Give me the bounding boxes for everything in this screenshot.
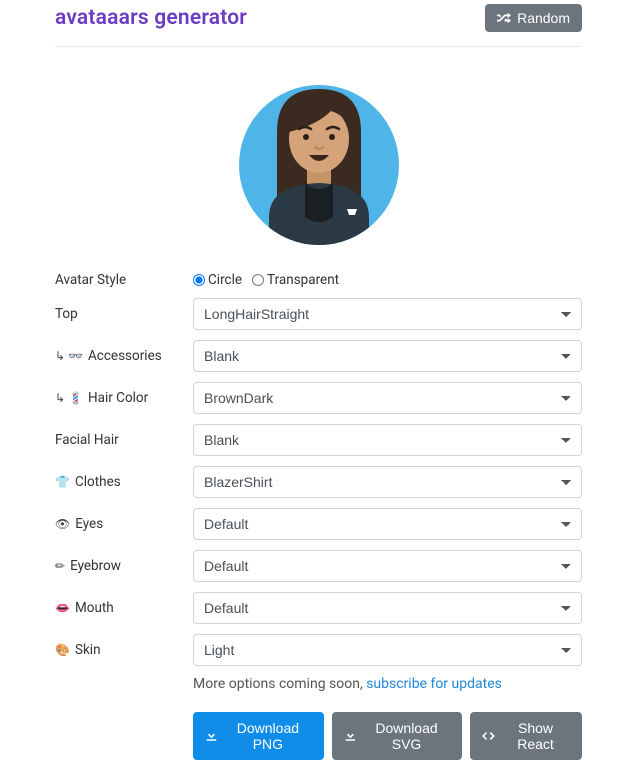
label-accessories: ↳ 👓 Accessories xyxy=(55,348,193,364)
header: avataaars generator Random xyxy=(55,0,582,47)
download-icon xyxy=(205,729,218,743)
avatar-preview xyxy=(55,47,582,272)
haircolor-icon: ↳ 💈 xyxy=(55,391,83,405)
row-clothes: 👕 Clothes BlazerShirt xyxy=(55,466,582,498)
radio-circle-text: Circle xyxy=(208,272,242,288)
radio-transparent-label[interactable]: Transparent xyxy=(252,272,339,288)
skin-icon: 🎨 xyxy=(55,643,70,657)
label-mouth: 👄 Mouth xyxy=(55,600,193,616)
clothes-icon: 👕 xyxy=(55,475,70,489)
show-react-label: Show React xyxy=(501,720,570,752)
row-skin: 🎨 Skin Light xyxy=(55,634,582,666)
eyebrow-icon: ✏ xyxy=(55,559,65,573)
random-button-label: Random xyxy=(517,10,570,26)
select-clothes[interactable]: BlazerShirt xyxy=(193,466,582,498)
label-top: Top xyxy=(55,306,193,322)
brand-title: avataaars generator xyxy=(55,6,247,30)
more-options-text: More options coming soon, subscribe for … xyxy=(193,676,502,692)
radio-circle-label[interactable]: Circle xyxy=(193,272,242,288)
code-icon xyxy=(482,729,495,743)
label-avatar-style: Avatar Style xyxy=(55,272,193,288)
label-haircolor: ↳ 💈 Hair Color xyxy=(55,390,193,406)
download-icon xyxy=(344,729,357,743)
row-eyes: 👁 Eyes Default xyxy=(55,508,582,540)
row-avatar-style: Avatar Style Circle Transparent xyxy=(55,272,582,288)
row-mouth: 👄 Mouth Default xyxy=(55,592,582,624)
select-facialhair[interactable]: Blank xyxy=(193,424,582,456)
avatar-svg xyxy=(239,77,399,252)
radio-transparent[interactable] xyxy=(252,274,264,286)
select-eyes[interactable]: Default xyxy=(193,508,582,540)
select-skin[interactable]: Light xyxy=(193,634,582,666)
label-clothes: 👕 Clothes xyxy=(55,474,193,490)
label-skin: 🎨 Skin xyxy=(55,642,193,658)
download-png-button[interactable]: Download PNG xyxy=(193,712,324,760)
select-accessories[interactable]: Blank xyxy=(193,340,582,372)
label-facialhair: Facial Hair xyxy=(55,432,193,448)
select-eyebrow[interactable]: Default xyxy=(193,550,582,582)
select-mouth[interactable]: Default xyxy=(193,592,582,624)
accessories-icon: ↳ 👓 xyxy=(55,349,83,363)
download-svg-button[interactable]: Download SVG xyxy=(332,712,462,760)
row-haircolor: ↳ 💈 Hair Color BrownDark xyxy=(55,382,582,414)
select-haircolor[interactable]: BrownDark xyxy=(193,382,582,414)
label-eyebrow: ✏ Eyebrow xyxy=(55,558,193,574)
radio-transparent-text: Transparent xyxy=(267,272,339,288)
random-button[interactable]: Random xyxy=(485,4,582,32)
label-eyes: 👁 Eyes xyxy=(55,516,193,532)
row-facialhair: Facial Hair Blank xyxy=(55,424,582,456)
radio-circle[interactable] xyxy=(193,274,205,286)
subscribe-link[interactable]: subscribe for updates xyxy=(366,676,502,692)
row-accessories: ↳ 👓 Accessories Blank xyxy=(55,340,582,372)
mouth-icon: 👄 xyxy=(55,601,70,615)
download-svg-label: Download SVG xyxy=(363,720,451,752)
random-icon xyxy=(497,11,511,25)
download-png-label: Download PNG xyxy=(224,720,312,752)
select-top[interactable]: LongHairStraight xyxy=(193,298,582,330)
row-eyebrow: ✏ Eyebrow Default xyxy=(55,550,582,582)
eyes-icon: 👁 xyxy=(55,517,70,531)
show-react-button[interactable]: Show React xyxy=(470,712,582,760)
row-top: Top LongHairStraight xyxy=(55,298,582,330)
